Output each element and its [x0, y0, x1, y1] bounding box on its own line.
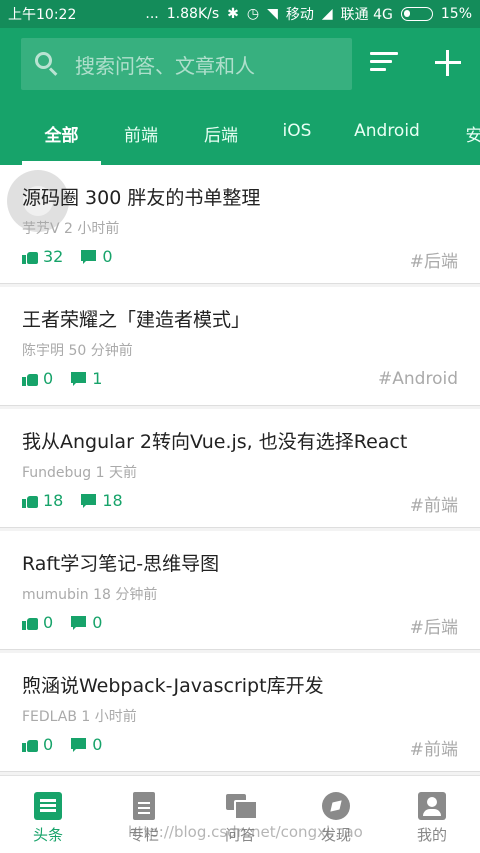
nav-qa[interactable]: 问答 [192, 776, 288, 853]
article-tag[interactable]: #前端 [410, 491, 458, 516]
doc-icon [133, 792, 155, 820]
like-icon[interactable] [22, 372, 38, 386]
comment-icon[interactable] [71, 615, 87, 630]
nav-headlines[interactable]: 头条 [0, 776, 96, 853]
nav-column[interactable]: 专栏 [96, 776, 192, 853]
article-feed: 源码圈 300 胖友的书单整理 芋艿V 2 小时前 32 0 #后端 王者荣耀之… [0, 165, 480, 775]
chat-icon [226, 792, 258, 820]
nav-me[interactable]: 我的 [384, 776, 480, 853]
article-title: 煦涵说Webpack-Javascript库开发 [22, 675, 324, 697]
tab-backend[interactable]: 后端 [188, 121, 254, 165]
like-count: 0 [43, 735, 54, 754]
article-title: 王者荣耀之「建造者模式」 [22, 309, 251, 331]
article-stats: 0 1 [22, 369, 102, 388]
bottom-navigation: 头条 专栏 问答 发现 我的 [0, 775, 480, 853]
article-stats: 32 0 [22, 247, 113, 266]
article-card[interactable]: 我从Angular 2转向Vue.js, 也没有选择React Fundebug… [0, 409, 480, 528]
comment-icon[interactable] [81, 493, 97, 508]
article-card[interactable]: 源码圈 300 胖友的书单整理 芋艿V 2 小时前 32 0 #后端 [0, 165, 480, 284]
comment-count: 0 [102, 247, 113, 266]
article-title: 源码圈 300 胖友的书单整理 [22, 187, 261, 209]
tab-more[interactable]: 安 [454, 121, 480, 165]
alarm-icon: ◷ [246, 6, 260, 22]
article-tag[interactable]: #前端 [410, 735, 458, 760]
article-meta: Fundebug 1 天前 [22, 465, 137, 481]
status-time: 上午10:22 [8, 7, 77, 23]
tab-ios[interactable]: iOS [268, 121, 326, 165]
filter-button[interactable] [370, 52, 398, 76]
tab-all[interactable]: 全部 [22, 121, 101, 165]
comment-count: 1 [92, 369, 103, 388]
carrier-1: 移动 [285, 7, 314, 23]
like-count: 0 [43, 369, 54, 388]
article-stats: 18 18 [22, 491, 123, 510]
article-meta: mumubin 18 分钟前 [22, 587, 158, 603]
wifi-icon: ◥ [267, 6, 278, 22]
comment-count: 0 [92, 735, 103, 754]
app-header: 搜索问答、文章和人 全部 前端 后端 iOS Android 安 [0, 28, 480, 165]
article-meta: 陈宇明 50 分钟前 [22, 343, 133, 359]
watermark: http://blog.csdn.net/congxi...ao [128, 823, 363, 841]
tab-android[interactable]: Android [344, 121, 430, 165]
user-icon [418, 792, 446, 820]
comment-count: 18 [102, 491, 123, 510]
search-icon [33, 50, 61, 78]
article-tag[interactable]: #Android [378, 369, 458, 389]
news-icon [34, 792, 62, 820]
category-tabs: 全部 前端 后端 iOS Android 安 [0, 111, 480, 165]
comment-icon[interactable] [71, 371, 87, 386]
comment-icon[interactable] [81, 249, 97, 264]
article-meta: FEDLAB 1 小时前 [22, 709, 137, 725]
like-count: 32 [43, 247, 64, 266]
bluetooth-icon: ✱ [227, 6, 239, 22]
comment-icon[interactable] [71, 737, 87, 752]
nav-label: 头条 [32, 826, 63, 844]
search-placeholder: 搜索问答、文章和人 [75, 53, 255, 78]
like-icon[interactable] [22, 616, 38, 630]
article-card[interactable]: 王者荣耀之「建造者模式」 陈宇明 50 分钟前 0 1 #Android [0, 287, 480, 406]
signal-icon: ◢ [321, 6, 333, 22]
like-icon[interactable] [22, 738, 38, 752]
article-stats: 0 0 [22, 735, 102, 754]
article-title: Raft学习笔记-思维导图 [22, 553, 220, 575]
like-count: 18 [43, 491, 64, 510]
add-button[interactable] [435, 50, 461, 76]
article-card[interactable]: 煦涵说Webpack-Javascript库开发 FEDLAB 1 小时前 0 … [0, 653, 480, 772]
like-count: 0 [43, 613, 54, 632]
article-stats: 0 0 [22, 613, 102, 632]
like-icon[interactable] [22, 494, 38, 508]
battery-level: 15% [440, 6, 472, 22]
article-tag[interactable]: #后端 [410, 613, 458, 638]
tab-frontend[interactable]: 前端 [108, 121, 174, 165]
network-speed: 1.88K/s [166, 6, 220, 22]
article-meta: 芋艿V 2 小时前 [22, 221, 120, 237]
search-input[interactable]: 搜索问答、文章和人 [21, 38, 352, 90]
carrier-2: 联通 4G [340, 7, 393, 23]
comment-count: 0 [92, 613, 103, 632]
compass-icon [322, 792, 350, 820]
battery-icon [400, 7, 433, 21]
nav-discover[interactable]: 发现 [288, 776, 384, 853]
status-bar: 上午10:22 ... 1.88K/s ✱ ◷ ◥ 移动 ◢ 联通 4G 15% [0, 0, 480, 28]
like-icon[interactable] [22, 250, 38, 264]
nav-label: 我的 [416, 826, 447, 844]
status-indicators: ... 1.88K/s ✱ ◷ ◥ 移动 ◢ 联通 4G 15% [145, 4, 472, 24]
article-card[interactable]: Raft学习笔记-思维导图 mumubin 18 分钟前 0 0 #后端 [0, 531, 480, 650]
article-tag[interactable]: #后端 [410, 247, 458, 272]
article-title: 我从Angular 2转向Vue.js, 也没有选择React [22, 431, 408, 453]
status-dots: ... [145, 6, 159, 22]
